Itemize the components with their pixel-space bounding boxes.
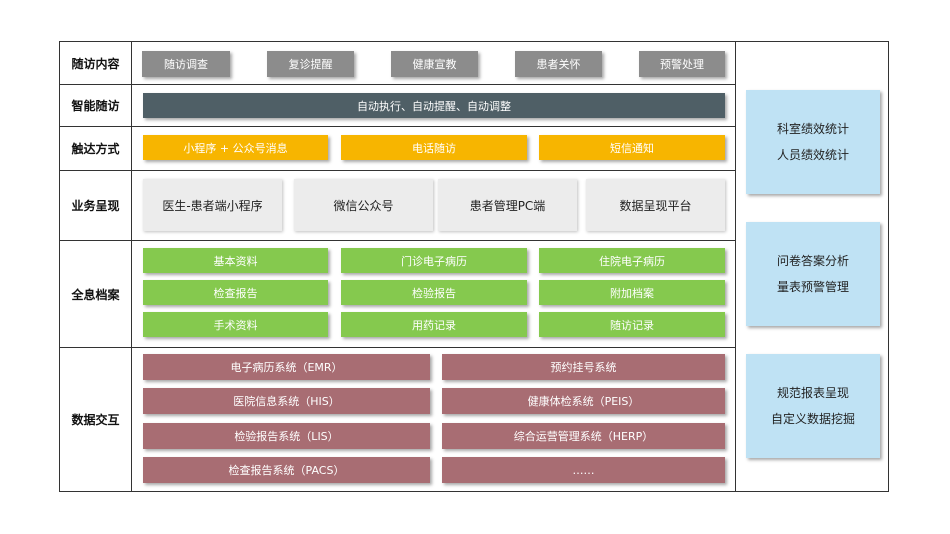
side-panel-line: 人员绩效统计: [776, 148, 849, 162]
side-panel-performance: 科室绩效统计 人员绩效统计: [746, 90, 880, 194]
archive-box: 检查报告: [143, 280, 328, 305]
business-display-box: 数据呈现平台: [586, 179, 725, 231]
row-label-business-display: 业务呈现: [71, 199, 120, 213]
row-label-followup-content: 随访内容: [71, 56, 120, 71]
side-panel-line: 科室绩效统计: [776, 122, 849, 136]
row-label-reach-method: 触达方式: [71, 142, 120, 156]
row-divider: [59, 126, 735, 127]
archive-box: 基本资料: [143, 248, 328, 273]
label-column-divider: [131, 41, 132, 492]
archive-box: 住院电子病历: [539, 248, 725, 273]
side-panel-line: 规范报表呈现: [776, 386, 849, 400]
side-panel-questionnaire: 问卷答案分析 量表预警管理: [746, 222, 880, 326]
side-column-divider: [735, 41, 736, 492]
data-system-box: 预约挂号系统: [442, 354, 725, 380]
reach-method-box: 短信通知: [539, 135, 725, 160]
data-system-box: 健康体检系统（PEIS）: [442, 388, 725, 414]
followup-content-box: 健康宣教: [391, 51, 478, 77]
row-divider: [59, 240, 735, 241]
archive-box: 检验报告: [341, 280, 527, 305]
followup-content-box: 复诊提醒: [267, 51, 354, 77]
side-panel-line: 自定义数据挖掘: [770, 412, 855, 426]
data-system-box: 电子病历系统（EMR）: [143, 354, 430, 380]
data-system-box: ……: [442, 457, 725, 483]
data-system-box: 检查报告系统（PACS）: [143, 457, 430, 483]
row-divider: [59, 170, 735, 171]
side-panel-reports: 规范报表呈现 自定义数据挖掘: [746, 354, 880, 458]
archive-box: 手术资料: [143, 312, 328, 337]
followup-content-box: 随访调查: [142, 51, 230, 77]
data-system-box: 医院信息系统（HIS）: [143, 388, 430, 414]
side-panel-line: 量表预警管理: [776, 280, 849, 294]
smart-followup-bar: 自动执行、自动提醒、自动调整: [143, 93, 725, 118]
followup-content-box: 患者关怀: [515, 51, 602, 77]
side-panel-line: 问卷答案分析: [776, 254, 849, 268]
row-divider: [59, 84, 735, 85]
followup-content-box: 预警处理: [639, 51, 725, 77]
archive-box: 用药记录: [341, 312, 527, 337]
row-divider: [59, 347, 735, 348]
reach-method-box: 电话随访: [341, 135, 527, 160]
archive-box: 随访记录: [539, 312, 725, 337]
business-display-box: 微信公众号: [294, 179, 433, 231]
reach-method-box: 小程序 + 公众号消息: [143, 135, 328, 160]
row-label-data-exchange: 数据交互: [71, 413, 120, 427]
archive-box: 附加档案: [539, 280, 725, 305]
archive-box: 门诊电子病历: [341, 248, 527, 273]
row-label-holistic-archive: 全息档案: [71, 287, 120, 302]
business-display-box: 患者管理PC端: [438, 179, 577, 231]
business-display-box: 医生-患者端小程序: [143, 179, 282, 231]
data-system-box: 检验报告系统（LIS）: [143, 423, 430, 449]
data-system-box: 综合运营管理系统（HERP）: [442, 423, 725, 449]
row-label-smart-followup: 智能随访: [71, 99, 120, 113]
